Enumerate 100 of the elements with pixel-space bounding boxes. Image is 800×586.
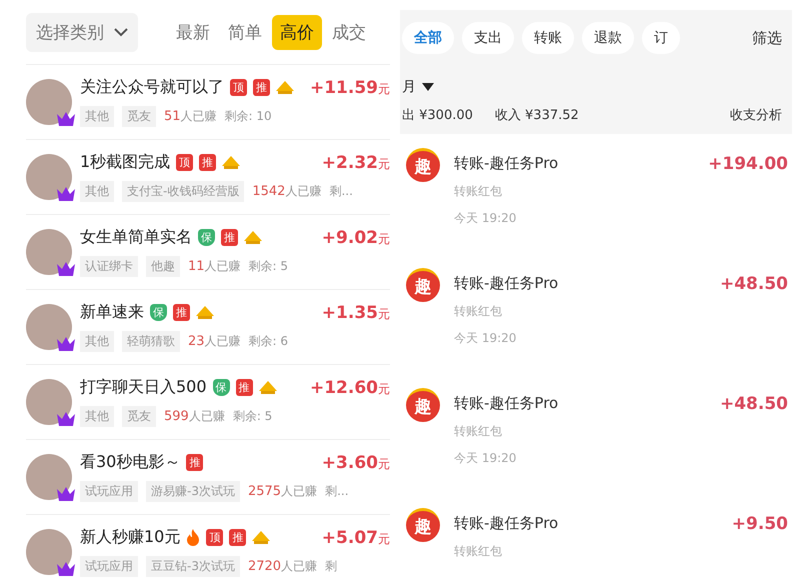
category-tag: 支付宝-收钱码经营版 bbox=[122, 181, 244, 202]
earned-count: 51人已赚 bbox=[164, 108, 217, 125]
transaction-time: 今天 19:20 bbox=[454, 330, 518, 347]
crown-icon bbox=[56, 486, 76, 502]
transaction-time: 今天 19:20 bbox=[454, 210, 518, 227]
avatar-placeholder bbox=[26, 529, 72, 575]
transaction-title: 转账-趣任务Pro bbox=[454, 514, 560, 533]
avatar-placeholder bbox=[26, 229, 72, 275]
earned-count: 599人已赚 bbox=[164, 408, 225, 425]
remaining-count: 剩余: 10 bbox=[224, 108, 272, 125]
remaining-count: 剩余: 5 bbox=[248, 258, 288, 275]
remaining-count: 剩... bbox=[325, 483, 349, 500]
avatar-placeholder bbox=[26, 304, 72, 350]
task-row[interactable]: 看30秒电影～ 推 +3.60元 试玩应用 游易赚-3次试玩 2575人已赚 剩... bbox=[26, 440, 390, 515]
shield-label: 保 bbox=[198, 229, 215, 246]
avatar-placeholder bbox=[26, 454, 72, 500]
remaining-count: 剩余: 6 bbox=[248, 333, 288, 350]
flame-icon bbox=[186, 528, 200, 546]
filter-chip[interactable]: 全部 bbox=[402, 22, 454, 54]
filter-chip[interactable]: 订 bbox=[642, 22, 680, 54]
earned-count: 1542人已赚 bbox=[252, 183, 322, 200]
category-tag: 豆豆钻-3次试玩 bbox=[146, 556, 240, 577]
tag-label: 推 bbox=[221, 229, 238, 246]
task-row[interactable]: 打字聊天日入500 保 推 +12.60元 其他 觅友 599人已赚 剩余: 5 bbox=[26, 365, 390, 440]
crown-icon bbox=[56, 186, 76, 202]
earned-count: 23人已赚 bbox=[188, 333, 241, 350]
tag-label: 推 bbox=[186, 454, 204, 471]
sort-tab[interactable]: 成交 bbox=[324, 14, 374, 50]
task-row[interactable]: 女生单简单实名 保 推 +9.02元 认证绑卡 他趣 11人已赚 剩余: 5 bbox=[26, 215, 390, 290]
app-logo: 趣 bbox=[406, 268, 440, 302]
income-total: 收入 ¥337.52 bbox=[494, 107, 579, 124]
transaction-subtitle: 转账红包 bbox=[454, 543, 503, 560]
category-select[interactable]: 选择类别 bbox=[26, 12, 138, 52]
transaction-title: 转账-趣任务Pro bbox=[454, 274, 560, 293]
task-price: +12.60元 bbox=[310, 378, 390, 398]
avatar-placeholder bbox=[26, 154, 72, 200]
transaction-row[interactable]: 趣 转账-趣任务Pro 转账红包 今天 19:20 +48.50 bbox=[400, 374, 792, 494]
avatar-placeholder bbox=[26, 379, 72, 425]
category-tag: 游易赚-3次试玩 bbox=[146, 481, 240, 502]
task-price: +1.35元 bbox=[322, 302, 390, 322]
tag-label: 推 bbox=[236, 379, 253, 396]
sort-tab[interactable]: 高价 bbox=[272, 14, 322, 50]
task-title: 打字聊天日入500 bbox=[80, 377, 207, 398]
crown-icon bbox=[56, 411, 76, 427]
task-price: +11.59元 bbox=[310, 78, 390, 98]
transaction-amount: +48.50 bbox=[720, 394, 789, 416]
app-logo: 趣 bbox=[406, 508, 440, 542]
sort-tab[interactable]: 简单 bbox=[220, 14, 270, 50]
task-title: 新单速来 bbox=[80, 302, 144, 323]
transaction-row[interactable]: 趣 转账-趣任务Pro 转账红包 今天 19:20 +194.00 bbox=[400, 134, 792, 254]
task-title: 女生单简单实名 bbox=[80, 227, 192, 248]
filter-chip[interactable]: 支出 bbox=[462, 22, 514, 54]
transaction-subtitle: 转账红包 bbox=[454, 303, 503, 320]
dropdown-triangle-icon[interactable] bbox=[422, 83, 434, 91]
earned-count: 2575人已赚 bbox=[248, 483, 318, 500]
task-row[interactable]: 关注公众号就可以了 顶 推 +11.59元 其他 觅友 51人已赚 剩余: 10 bbox=[26, 65, 390, 140]
analysis-link[interactable]: 收支分析 bbox=[730, 106, 782, 124]
category-tag: 其他 bbox=[80, 181, 114, 202]
chevron-down-icon bbox=[114, 28, 128, 36]
crown-icon bbox=[56, 561, 76, 577]
month-label: 月 bbox=[402, 78, 416, 96]
task-row[interactable]: 新人秒赚10元 顶 推 +5.07元 试玩应用 豆豆钻-3次试玩 2720人已赚 剩 bbox=[26, 515, 390, 586]
tag-label: 顶 bbox=[230, 79, 247, 96]
task-title: 看30秒电影～ bbox=[80, 452, 180, 473]
transaction-subtitle: 转账红包 bbox=[454, 183, 503, 200]
crown-icon bbox=[56, 111, 76, 127]
task-title: 1秒截图完成 bbox=[80, 152, 170, 173]
app-logo: 趣 bbox=[406, 388, 440, 422]
task-row[interactable]: 新单速来 保 推 +1.35元 其他 轻萌猜歌 23人已赚 剩余: 6 bbox=[26, 290, 390, 365]
category-tag: 试玩应用 bbox=[80, 481, 138, 502]
earned-count: 11人已赚 bbox=[188, 258, 241, 275]
tag-label: 顶 bbox=[206, 529, 224, 546]
task-price: +5.07元 bbox=[322, 528, 390, 548]
tag-label: 推 bbox=[173, 304, 190, 321]
avatar-placeholder bbox=[26, 79, 72, 125]
category-tag: 试玩应用 bbox=[80, 556, 138, 577]
category-tag: 认证绑卡 bbox=[80, 256, 138, 277]
expense-total: 出 ¥300.00 bbox=[402, 107, 473, 124]
app-logo: 趣 bbox=[406, 148, 440, 182]
task-price: +2.32元 bbox=[322, 152, 390, 172]
shield-label: 保 bbox=[150, 304, 167, 321]
crown-icon bbox=[56, 261, 76, 277]
transaction-title: 转账-趣任务Pro bbox=[454, 154, 560, 173]
tag-label: 推 bbox=[199, 154, 216, 171]
tag-label: 推 bbox=[229, 529, 246, 546]
task-title: 新人秒赚10元 bbox=[80, 527, 180, 548]
category-tag: 其他 bbox=[80, 106, 114, 127]
filter-chip[interactable]: 退款 bbox=[582, 22, 634, 54]
transaction-amount: +48.50 bbox=[720, 274, 789, 296]
tag-label: 推 bbox=[253, 79, 270, 96]
filter-chip[interactable]: 转账 bbox=[522, 22, 574, 54]
remaining-count: 剩 bbox=[325, 558, 338, 575]
task-row[interactable]: 1秒截图完成 顶 推 +2.32元 其他 支付宝-收钱码经营版 1542人已赚 剩... bbox=[26, 140, 390, 215]
sort-tab[interactable]: 最新 bbox=[168, 14, 218, 50]
transaction-row[interactable]: 趣 转账-趣任务Pro 转账红包 +9.50 bbox=[400, 494, 792, 586]
remaining-count: 剩余: 5 bbox=[232, 408, 272, 425]
transaction-amount: +194.00 bbox=[708, 154, 789, 176]
transaction-row[interactable]: 趣 转账-趣任务Pro 转账红包 今天 19:20 +48.50 bbox=[400, 254, 792, 374]
crown-icon bbox=[56, 336, 76, 352]
transaction-title: 转账-趣任务Pro bbox=[454, 394, 560, 413]
